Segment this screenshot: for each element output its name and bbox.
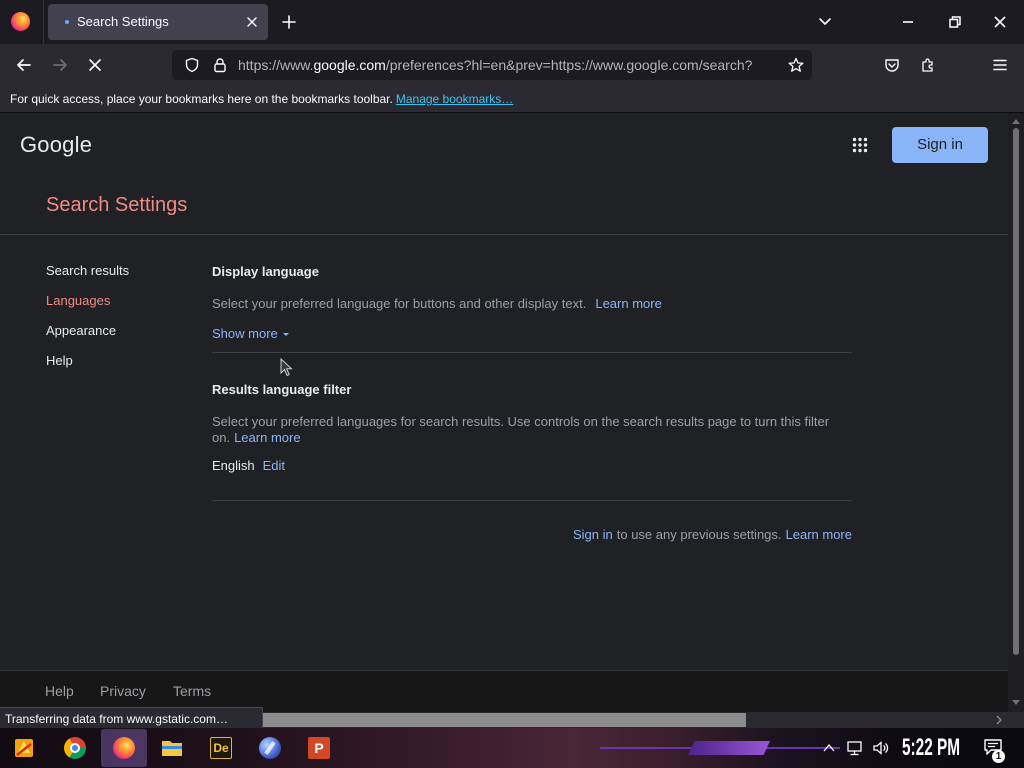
file-explorer-icon[interactable]	[161, 739, 183, 757]
globe-app-icon-spark	[264, 741, 276, 755]
google-logo[interactable]: Google	[20, 132, 92, 158]
display-language-learn-more-link[interactable]: Learn more	[595, 296, 661, 311]
sidebar-item-languages[interactable]: Languages	[46, 293, 110, 309]
bookmarks-hint: For quick access, place your bookmarks h…	[10, 92, 393, 106]
url-bar[interactable]: https://www.google.com/preferences?hl=en…	[172, 50, 812, 80]
tab-strip: Search Settings	[0, 0, 1024, 44]
volume-icon[interactable]	[872, 739, 890, 757]
sign-in-link[interactable]: Sign in	[573, 527, 613, 542]
results-language-filter-description: Select your preferred languages for sear…	[212, 414, 852, 446]
windows-taskbar: De P 5:22 PM 1	[0, 728, 1024, 768]
url-scheme: https://www.	[238, 57, 314, 73]
sign-in-note-text: to use any previous settings.	[616, 527, 782, 542]
display-language-text: Select your preferred language for butto…	[212, 296, 587, 311]
results-filter-learn-more-link[interactable]: Learn more	[234, 430, 300, 445]
notification-count-badge: 1	[992, 750, 1005, 763]
taskbar-wallpaper-stripe	[688, 741, 770, 755]
restore-window-icon[interactable]	[948, 15, 962, 29]
footer-help-link[interactable]: Help	[45, 683, 74, 699]
lock-icon[interactable]	[212, 57, 228, 73]
section-divider	[212, 500, 852, 501]
results-language-filter-heading: Results language filter	[212, 382, 352, 397]
stop-loading-icon[interactable]	[87, 57, 103, 73]
network-icon[interactable]	[846, 739, 864, 757]
vertical-scrollbar-thumb[interactable]	[1013, 128, 1019, 655]
edit-languages-link[interactable]: Edit	[263, 458, 285, 473]
tab-search-settings[interactable]: Search Settings	[48, 4, 268, 40]
show-more-button[interactable]: Show more	[212, 326, 289, 342]
display-language-heading: Display language	[212, 264, 319, 279]
pocket-icon[interactable]	[884, 57, 900, 73]
new-tab-icon[interactable]	[281, 14, 297, 30]
forward-arrow-icon[interactable]	[51, 56, 69, 74]
tab-close-icon[interactable]	[246, 16, 258, 28]
navigation-toolbar: https://www.google.com/preferences?hl=en…	[0, 44, 1024, 86]
sign-in-button[interactable]: Sign in	[892, 127, 988, 163]
selected-languages: English Edit	[212, 458, 285, 474]
bookmark-star-icon[interactable]	[788, 57, 804, 73]
tab-loading-icon	[65, 20, 69, 24]
chrome-icon[interactable]	[64, 737, 86, 759]
sidebar-item-appearance[interactable]: Appearance	[46, 323, 116, 339]
taskbar-firefox-button[interactable]	[101, 729, 147, 767]
url-domain: google.com	[313, 57, 386, 73]
de-app-icon[interactable]: De	[210, 737, 232, 759]
page-title: Search Settings	[46, 194, 188, 216]
hamburger-menu-icon[interactable]	[992, 57, 1008, 73]
scroll-right-arrow-icon[interactable]	[996, 716, 1002, 724]
close-window-icon[interactable]	[993, 15, 1007, 29]
globe-app-icon[interactable]	[259, 737, 281, 759]
sidebar-item-search-results[interactable]: Search results	[46, 263, 129, 279]
footer-privacy-link[interactable]: Privacy	[100, 683, 146, 699]
page-footer: Help Privacy Terms	[0, 670, 1008, 712]
url-text[interactable]: https://www.google.com/preferences?hl=en…	[238, 57, 778, 73]
title-divider	[0, 234, 1008, 235]
sidebar-item-help[interactable]: Help	[46, 353, 73, 369]
bookmarks-toolbar-message: For quick access, place your bookmarks h…	[10, 92, 513, 106]
display-language-description: Select your preferred language for butto…	[212, 296, 662, 312]
back-arrow-icon[interactable]	[15, 56, 33, 74]
taskbar-clock[interactable]: 5:22 PM	[902, 734, 960, 762]
vertical-scrollbar[interactable]	[1008, 113, 1024, 712]
status-text: Transferring data from www.gstatic.com…	[5, 712, 228, 726]
tab-title: Search Settings	[77, 14, 169, 29]
firefox-icon	[113, 737, 135, 759]
firefox-icon[interactable]	[11, 12, 30, 31]
tab-strip-divider	[43, 0, 44, 44]
show-hidden-icons-chevron-icon[interactable]	[823, 743, 835, 752]
url-path: /preferences?hl=en&prev=https://www.goog…	[385, 57, 753, 73]
section-divider	[212, 352, 852, 353]
caret-down-icon	[282, 333, 289, 337]
sign-in-learn-more-link[interactable]: Learn more	[786, 527, 852, 542]
extensions-puzzle-icon[interactable]	[920, 57, 936, 73]
sign-in-note: Sign in to use any previous settings. Lear…	[212, 527, 852, 543]
show-more-label: Show more	[212, 326, 278, 341]
minimize-window-icon[interactable]	[901, 15, 915, 29]
footer-terms-link[interactable]: Terms	[173, 683, 211, 699]
scroll-down-arrow-icon[interactable]	[1012, 700, 1020, 706]
start-icon[interactable]	[12, 736, 36, 760]
results-filter-text: Select your preferred languages for sear…	[212, 414, 830, 445]
list-all-tabs-chevron-icon[interactable]	[817, 13, 833, 29]
chrome-icon-center	[70, 743, 80, 753]
status-panel: Transferring data from www.gstatic.com…	[0, 707, 263, 729]
bookmarks-toolbar: For quick access, place your bookmarks h…	[0, 86, 1024, 112]
selected-language-english: English	[212, 458, 255, 473]
powerpoint-icon[interactable]: P	[308, 737, 330, 759]
mouse-cursor-icon	[280, 358, 293, 377]
apps-grid-icon[interactable]	[852, 137, 868, 153]
scroll-up-arrow-icon[interactable]	[1012, 118, 1020, 124]
settings-page: Google Sign in Search Settings Search re…	[0, 113, 1008, 712]
tracking-protection-shield-icon[interactable]	[184, 57, 200, 73]
manage-bookmarks-link[interactable]: Manage bookmarks…	[396, 92, 513, 106]
